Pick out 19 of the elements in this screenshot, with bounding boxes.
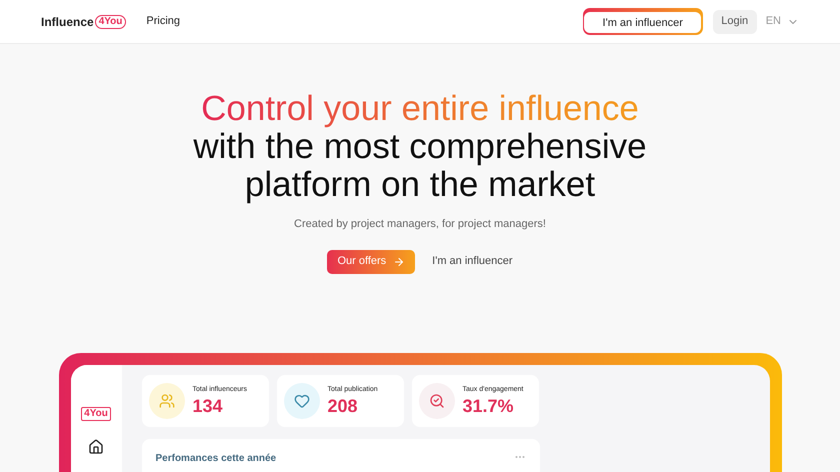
chart-search-icon bbox=[428, 392, 444, 408]
home-icon[interactable] bbox=[88, 438, 104, 454]
logo-text: Influence bbox=[41, 14, 94, 30]
stat-value: 208 bbox=[328, 396, 359, 416]
influencer-button[interactable]: I'm an influencer bbox=[584, 12, 702, 34]
sidebar-logo: 4You bbox=[81, 406, 111, 420]
arrow-right-icon bbox=[393, 256, 406, 268]
login-button[interactable]: Login bbox=[712, 10, 757, 34]
logo-badge: 4You bbox=[94, 14, 126, 28]
stat-value: 31.7% bbox=[462, 396, 515, 416]
heart-icon bbox=[294, 392, 310, 408]
offers-button[interactable]: Our offers bbox=[327, 250, 416, 274]
influencer-link[interactable]: I'm an influencer bbox=[432, 253, 513, 270]
headline: with the most comprehensive platform on the market bbox=[192, 128, 648, 204]
stat-value: 134 bbox=[192, 396, 224, 416]
section-title: Perfomances cette année bbox=[156, 452, 276, 466]
subtitle: Created by project managers, for project managers! bbox=[294, 217, 546, 232]
people-icon bbox=[158, 392, 174, 408]
nav-link[interactable]: Pricing bbox=[146, 13, 180, 30]
